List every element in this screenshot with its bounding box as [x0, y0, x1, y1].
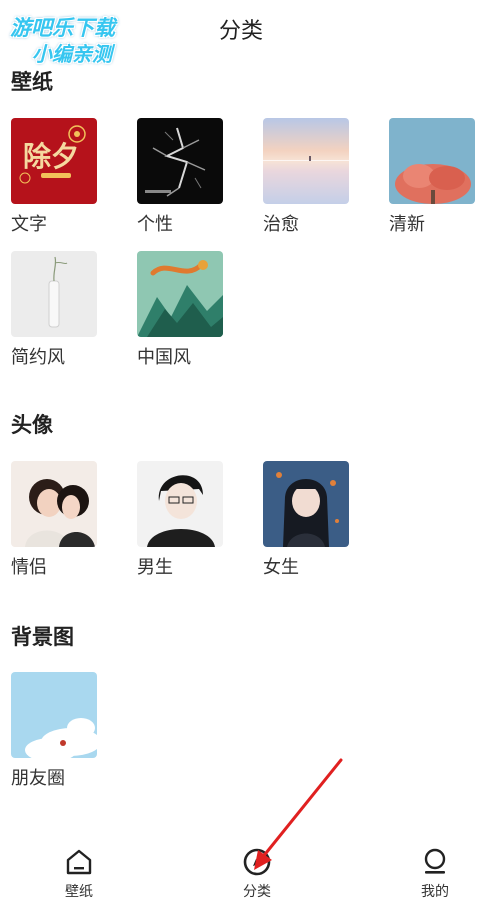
category-tile-girl[interactable]: 女生 [263, 461, 349, 579]
category-tile-minimal[interactable]: 简约风 [11, 251, 97, 369]
category-tile-chinese-style[interactable]: 中国风 [137, 251, 223, 369]
section-title-avatar: 头像 [11, 413, 53, 437]
thumb-text-wallpaper: 除夕 [11, 118, 97, 204]
section-title-wallpaper: 壁纸 [11, 70, 53, 94]
thumb-moments-background [11, 672, 97, 758]
tile-label: 男生 [137, 557, 173, 578]
category-tile-text[interactable]: 除夕 文字 [11, 118, 97, 236]
thumb-couple-avatar [11, 461, 97, 547]
nav-label: 壁纸 [65, 884, 93, 900]
nav-label: 分类 [243, 884, 271, 900]
category-icon [243, 848, 271, 876]
bottom-nav: 壁纸 分类 我的 [0, 832, 482, 903]
tile-label: 情侣 [11, 557, 47, 578]
category-tile-fresh[interactable]: 清新 [389, 118, 475, 236]
category-tile-personality[interactable]: 个性 [137, 118, 223, 236]
nav-item-wallpaper[interactable]: 壁纸 [34, 846, 124, 901]
section-title-background: 背景图 [11, 625, 74, 649]
svg-text:除夕: 除夕 [23, 140, 79, 173]
thumb-boy-avatar [137, 461, 223, 547]
thumb-minimal-wallpaper [11, 251, 97, 337]
tile-label: 朋友圈 [11, 768, 65, 789]
home-icon [66, 849, 92, 875]
thumb-personality-wallpaper [137, 118, 223, 204]
category-tile-moments[interactable]: 朋友圈 [11, 672, 97, 790]
tile-label: 治愈 [263, 214, 299, 235]
profile-icon [424, 848, 446, 874]
tile-label: 女生 [263, 557, 299, 578]
tile-label: 文字 [11, 214, 47, 235]
tile-label: 简约风 [11, 347, 65, 368]
tile-label: 中国风 [137, 347, 191, 368]
thumb-healing-wallpaper [263, 118, 349, 204]
thumb-chinese-style-wallpaper [137, 251, 223, 337]
category-tile-healing[interactable]: 治愈 [263, 118, 349, 236]
watermark-logo: 游吧乐下载 小编亲测 [10, 8, 150, 66]
tile-label: 清新 [389, 214, 425, 235]
thumb-girl-avatar [263, 461, 349, 547]
watermark-line-2: 小编亲测 [32, 42, 112, 66]
category-tile-boy[interactable]: 男生 [137, 461, 223, 579]
tile-label: 个性 [137, 214, 173, 235]
nav-item-mine[interactable]: 我的 [390, 846, 480, 901]
thumb-fresh-wallpaper [389, 118, 475, 204]
nav-item-category[interactable]: 分类 [212, 846, 302, 901]
nav-label: 我的 [421, 884, 449, 900]
category-tile-couple[interactable]: 情侣 [11, 461, 97, 579]
